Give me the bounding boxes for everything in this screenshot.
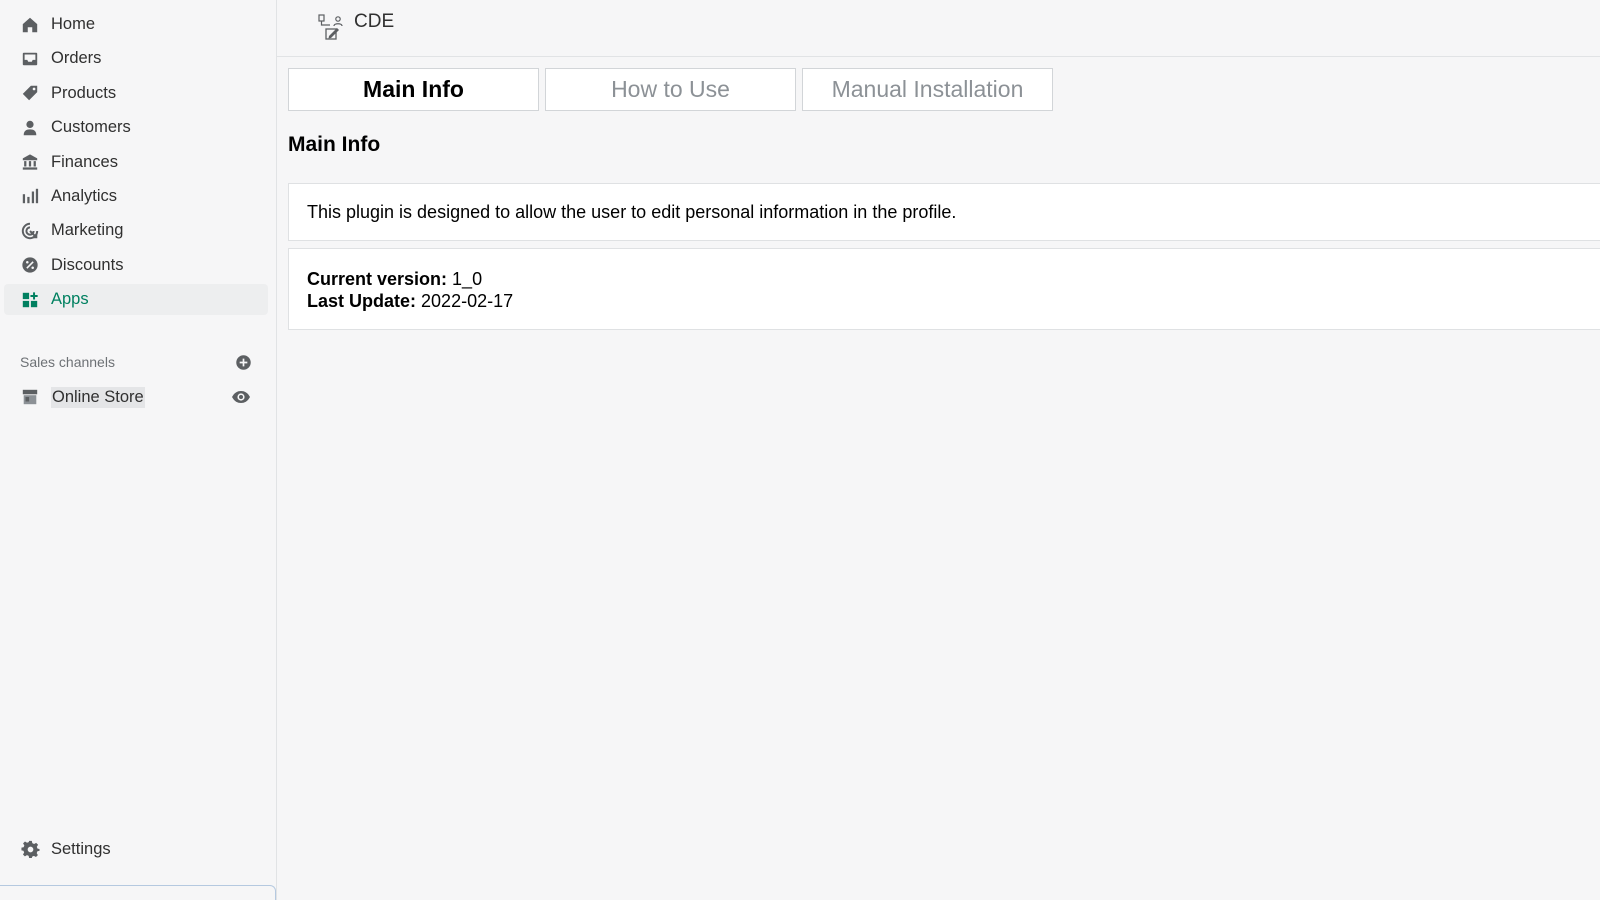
page-title: Main Info [288, 133, 381, 156]
sidebar-item-home[interactable]: Home [4, 9, 268, 40]
home-icon [20, 15, 40, 35]
online-store-label: Online Store [51, 386, 145, 408]
tab-main-info[interactable]: Main Info [288, 68, 539, 111]
gear-icon [20, 839, 40, 859]
inbox-icon [20, 49, 40, 69]
current-version-row: Current version: 1_0 [307, 268, 1600, 290]
sidebar-item-label: Customers [51, 118, 131, 137]
sidebar-item-products[interactable]: Products [4, 78, 268, 109]
app-header: CDE [277, 0, 1600, 57]
sidebar-item-label: Marketing [51, 221, 124, 240]
sidebar-item-online-store[interactable]: Online Store [20, 384, 252, 410]
current-version-value: 1_0 [452, 269, 483, 289]
app-logo-icon [318, 14, 344, 42]
description-card: This plugin is designed to allow the use… [288, 183, 1600, 241]
tab-how-to-use[interactable]: How to Use [545, 68, 796, 111]
bar-chart-icon [20, 186, 40, 206]
sidebar-item-label: Home [51, 15, 96, 33]
sidebar-item-discounts[interactable]: Discounts [4, 250, 268, 281]
person-icon [20, 118, 40, 138]
main-content: CDE Main Info How to Use Manual Installa… [277, 0, 1600, 900]
add-channel-icon[interactable] [234, 353, 252, 371]
sidebar-item-label: Orders [51, 49, 102, 68]
sidebar-item-settings[interactable]: Settings [20, 836, 111, 862]
app-root: Home Orders Products Customers Finances … [0, 0, 1600, 900]
sidebar-item-apps[interactable]: Apps [4, 284, 268, 316]
last-update-row: Last Update: 2022-02-17 [307, 290, 1600, 312]
tab-bar: Main Info How to Use Manual Installation [288, 68, 1059, 111]
sidebar-item-orders[interactable]: Orders [4, 43, 268, 74]
tab-manual-installation[interactable]: Manual Installation [802, 68, 1053, 111]
sales-channels-header: Sales channels [20, 352, 252, 372]
sidebar-item-label: Analytics [51, 186, 118, 205]
settings-label: Settings [51, 839, 111, 858]
last-update-value: 2022-02-17 [421, 291, 514, 311]
sidebar-nav: Home Orders Products Customers Finances … [4, 9, 268, 319]
tag-icon [20, 83, 40, 103]
sidebar-item-marketing[interactable]: Marketing [4, 215, 268, 246]
sidebar-item-customers[interactable]: Customers [4, 112, 268, 143]
current-version-label: Current version: [307, 269, 448, 289]
sidebar-item-finances[interactable]: Finances [4, 147, 268, 178]
store-icon [20, 387, 40, 407]
last-update-label: Last Update: [307, 291, 417, 311]
sidebar-item-label: Products [51, 83, 117, 102]
sales-channels-label: Sales channels [20, 354, 115, 370]
description-text: This plugin is designed to allow the use… [307, 201, 957, 222]
eye-icon[interactable] [230, 386, 252, 408]
sidebar-item-label: Finances [51, 152, 118, 171]
sidebar-item-analytics[interactable]: Analytics [4, 181, 268, 212]
target-icon [20, 221, 40, 241]
app-title: CDE [354, 11, 395, 32]
discount-icon [20, 255, 40, 275]
sidebar-item-label: Discounts [51, 255, 124, 274]
bank-icon [20, 152, 40, 172]
sidebar-bottom-panel [0, 885, 276, 900]
sidebar: Home Orders Products Customers Finances … [0, 0, 277, 900]
sidebar-item-label: Apps [51, 290, 89, 309]
apps-icon [20, 290, 40, 310]
version-card: Current version: 1_0 Last Update: 2022-0… [288, 248, 1600, 330]
